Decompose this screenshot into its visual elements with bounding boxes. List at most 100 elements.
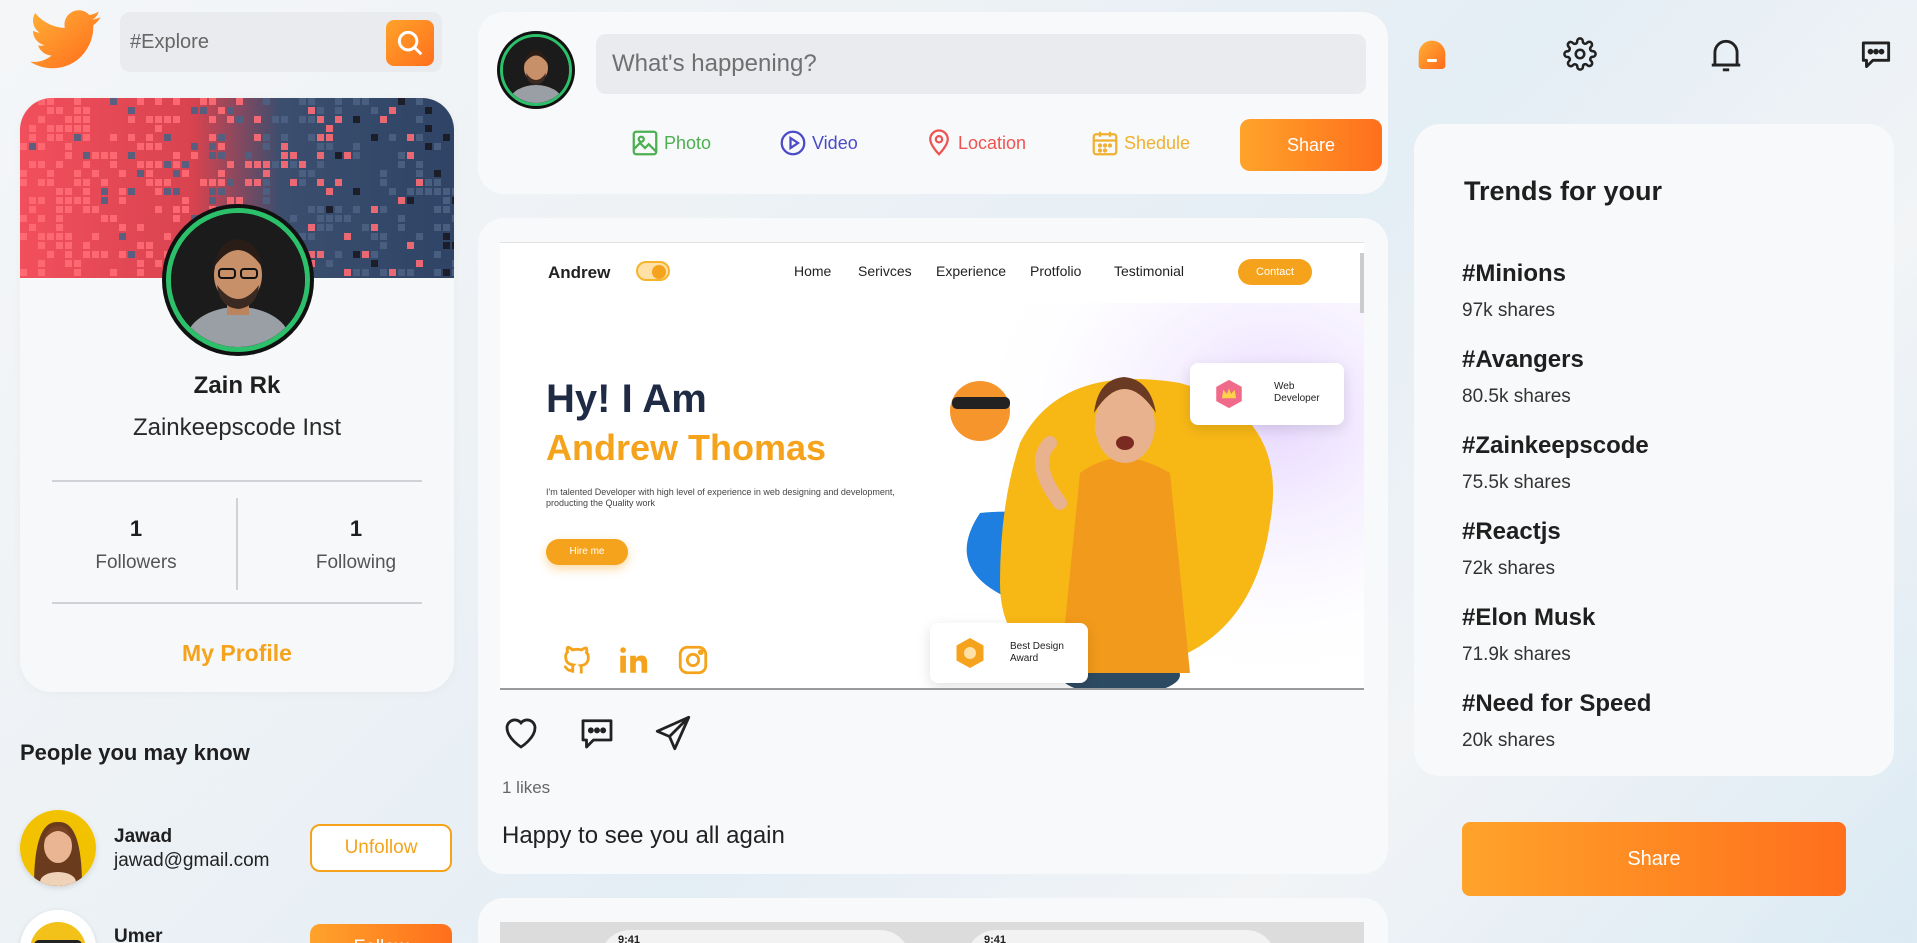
hero-description: I'm talented Developer with high level o… — [546, 487, 895, 508]
badge-line: Developer — [1274, 393, 1320, 404]
person-name: Jawad — [114, 826, 173, 847]
person-name: Umer — [114, 926, 163, 943]
profile-avatar[interactable] — [166, 208, 310, 352]
heart-icon[interactable] — [500, 712, 542, 754]
follow-button[interactable]: Follow — [310, 924, 452, 943]
following-count: 1 — [349, 516, 363, 541]
feed-post: 9:41 9:41 — [478, 898, 1388, 943]
schedule-label: Shedule — [1124, 132, 1191, 153]
photo-label: Photo — [664, 132, 712, 153]
location-option[interactable]: Location — [924, 128, 1026, 158]
twitter-logo-icon[interactable] — [30, 10, 102, 70]
post-input[interactable] — [596, 34, 1366, 94]
site-nav-item: Testimonial — [1114, 263, 1185, 279]
award-icon — [956, 638, 984, 668]
photo-icon — [632, 130, 658, 156]
badge-line: Web — [1274, 381, 1295, 392]
messages-icon[interactable] — [1852, 30, 1900, 78]
photo-option[interactable]: Photo — [630, 128, 711, 158]
trend-shares: 71.9k shares — [1462, 644, 1571, 665]
list-item: Jawad jawad@gmail.com Unfollow — [20, 810, 454, 890]
trend-item[interactable]: #Minions 97k shares — [1462, 260, 1566, 322]
location-icon — [929, 129, 949, 156]
likes-count: 1 likes — [502, 778, 551, 797]
trends-card: Trends for your #Minions 97k shares #Ava… — [1414, 124, 1894, 776]
badge-line: Best Design — [1010, 641, 1064, 652]
trend-tag: #Avangers — [1462, 346, 1584, 373]
site-nav-item: Experience — [936, 263, 1007, 279]
followers-count: 1 — [129, 516, 143, 541]
share-post-button[interactable]: Share — [1240, 119, 1382, 171]
divider — [236, 498, 238, 590]
scrollbar[interactable] — [1360, 253, 1364, 313]
following-stat[interactable]: 1 Following — [256, 516, 454, 574]
video-option[interactable]: Video — [778, 128, 858, 158]
web-developer-badge: Web Developer — [1190, 363, 1344, 425]
trend-shares: 20k shares — [1462, 730, 1555, 751]
my-profile-link[interactable]: My Profile — [20, 640, 454, 667]
schedule-option[interactable]: Shedule — [1090, 128, 1190, 158]
instagram-icon — [678, 645, 708, 675]
best-design-badge: Best Design Award — [930, 623, 1088, 683]
trend-tag: #Elon Musk — [1462, 604, 1596, 631]
trend-item[interactable]: #Elon Musk 71.9k shares — [1462, 604, 1595, 666]
person-email: jawad@gmail.com — [114, 850, 270, 871]
notification-icon[interactable] — [1702, 30, 1750, 78]
site-nav-item: Protfolio — [1030, 263, 1082, 279]
search-input[interactable] — [130, 30, 370, 54]
following-label: Following — [315, 552, 397, 573]
profile-handle: Zainkeepscode Inst — [132, 414, 342, 441]
site-nav-item: Serivces — [858, 263, 912, 279]
trend-tag: #Reactjs — [1462, 518, 1561, 545]
trend-shares: 80.5k shares — [1462, 386, 1571, 407]
trend-item[interactable]: #Avangers 80.5k shares — [1462, 346, 1584, 408]
send-icon[interactable] — [652, 712, 694, 754]
phone-time: 9:41 — [984, 934, 1007, 943]
crown-icon — [1216, 379, 1242, 409]
post-image[interactable]: Andrew Home Serivces Experience Protfoli… — [500, 242, 1364, 690]
location-label: Location — [958, 132, 1027, 153]
profile-name: Zain Rk — [193, 372, 281, 399]
composer-avatar[interactable] — [500, 34, 572, 106]
hero-name: Andrew Thomas — [546, 427, 827, 468]
people-section-title: People you may know — [20, 740, 250, 765]
trend-shares: 72k shares — [1462, 558, 1555, 579]
trend-shares: 97k shares — [1462, 300, 1555, 321]
home-icon[interactable] — [1408, 30, 1456, 78]
profile-card: Zain Rk Zainkeepscode Inst 1 Followers 1… — [20, 98, 454, 692]
settings-icon[interactable] — [1556, 30, 1604, 78]
post-actions — [500, 712, 694, 754]
unfollow-button[interactable]: Unfollow — [310, 824, 452, 872]
trend-tag: #Zainkeepscode — [1462, 432, 1649, 459]
list-item: Umer Follow — [20, 910, 454, 943]
site-brand: Andrew — [548, 263, 611, 282]
comment-icon[interactable] — [576, 712, 618, 754]
linkedin-icon — [620, 647, 648, 673]
phone-time: 9:41 — [618, 934, 641, 943]
toggle-icon — [636, 261, 670, 281]
search-icon — [397, 30, 423, 56]
trend-item[interactable]: #Zainkeepscode 75.5k shares — [1462, 432, 1649, 494]
search-button[interactable] — [386, 20, 434, 66]
avatar[interactable] — [20, 910, 96, 943]
trends-title: Trends for your — [1464, 176, 1663, 206]
trend-item[interactable]: #Need for Speed 20k shares — [1462, 690, 1651, 752]
post-image[interactable]: 9:41 9:41 — [500, 922, 1364, 943]
trend-item[interactable]: #Reactjs 72k shares — [1462, 518, 1561, 580]
video-label: Video — [812, 132, 858, 153]
avatar[interactable] — [20, 810, 96, 886]
feed-post: Andrew Home Serivces Experience Protfoli… — [478, 218, 1388, 874]
site-contact-button: Contact — [1238, 259, 1312, 285]
trend-tag: #Need for Speed — [1462, 690, 1652, 717]
followers-stat[interactable]: 1 Followers — [36, 516, 236, 574]
calendar-icon — [1092, 131, 1118, 156]
post-caption: Happy to see you all again — [502, 822, 785, 849]
divider — [52, 602, 422, 604]
badge-line: Award — [1010, 653, 1039, 664]
hero-greeting: Hy! I Am — [546, 377, 707, 421]
site-nav-item: Home — [794, 263, 832, 279]
github-icon — [563, 645, 590, 674]
share-button[interactable]: Share — [1462, 822, 1846, 896]
video-icon — [780, 130, 806, 156]
search-bar — [120, 12, 442, 72]
